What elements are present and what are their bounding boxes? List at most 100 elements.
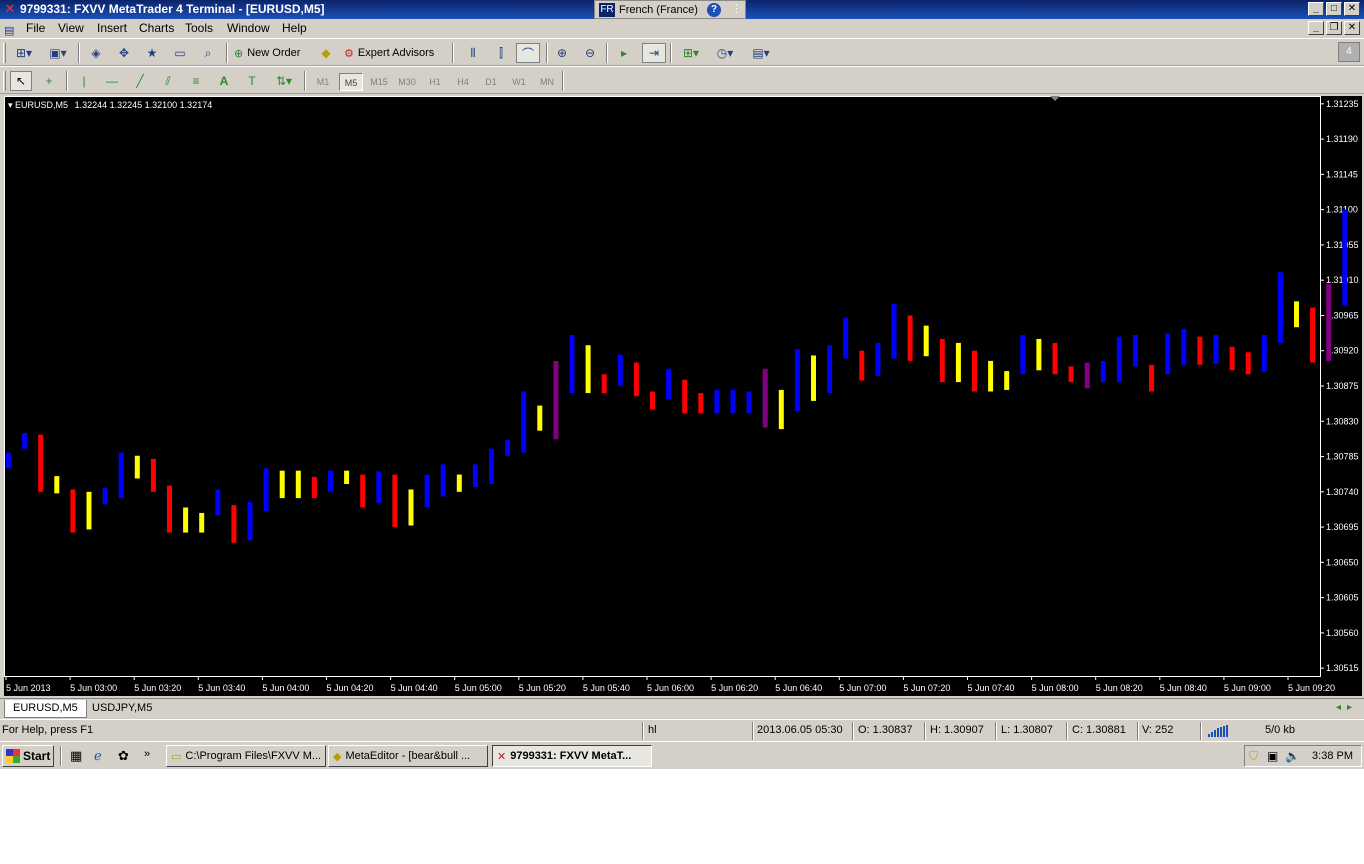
start-button[interactable]: Start [2, 745, 54, 767]
chart-shift-icon[interactable]: ⇥ [642, 43, 666, 63]
task-metaeditor[interactable]: ◆ MetaEditor - [bear&bull ... [328, 745, 488, 767]
auto-scroll-icon[interactable]: ▸ [614, 43, 634, 63]
timeframe-m1[interactable]: M1 [311, 73, 335, 91]
text-icon[interactable]: A [214, 71, 234, 91]
document-icon[interactable]: ▤ [4, 20, 14, 40]
price-bar [988, 360, 994, 392]
data-window-icon[interactable]: ✥ [114, 43, 134, 63]
status-volume: V: 252 [1142, 724, 1174, 736]
strategy-tester-icon[interactable]: ⌕ [198, 43, 218, 63]
horizontal-line-icon[interactable]: — [102, 71, 122, 91]
task-explorer[interactable]: ▭ C:\Program Files\FXVV M... [166, 745, 326, 767]
new-chart-icon[interactable]: ⊞▾ [10, 43, 38, 63]
tab-usdjpy[interactable]: USDJPY,M5 [84, 700, 160, 718]
arrows-icon[interactable]: ⇅▾ [270, 71, 298, 91]
status-open: O: 1.30837 [858, 724, 913, 736]
language-options-icon[interactable]: ⋮ [731, 2, 742, 15]
profiles-icon[interactable]: ▣▾ [44, 43, 72, 63]
bar-chart-icon[interactable]: ⫴ [462, 43, 484, 63]
menu-window[interactable]: Window [227, 21, 270, 35]
expert-advisors-button[interactable]: ⚙ Expert Advisors [344, 43, 446, 63]
trendline-icon[interactable]: ╱ [130, 71, 150, 91]
fibonacci-icon[interactable]: ≡ [186, 71, 206, 91]
vertical-line-icon[interactable]: | [74, 71, 94, 91]
chart-minimize-button[interactable]: _ [1308, 21, 1324, 35]
menu-insert[interactable]: Insert [97, 21, 127, 35]
price-axis-label: 1.31145 [1326, 169, 1358, 179]
time-axis-label: 5 Jun 06:20 [711, 683, 758, 693]
timeframe-h1[interactable]: H1 [423, 73, 447, 91]
terminal-icon[interactable]: ▭ [170, 43, 190, 63]
chart-close-button[interactable]: ✕ [1344, 21, 1360, 35]
price-bar [827, 345, 833, 394]
volume-tray-icon[interactable]: 🔈 [1285, 749, 1300, 763]
clock[interactable]: 3:38 PM [1312, 750, 1353, 762]
quick-launch-more-icon[interactable]: » [144, 748, 150, 760]
time-axis-label: 5 Jun 03:20 [134, 683, 181, 693]
crosshair-icon[interactable]: + [38, 71, 60, 91]
timeframe-m30[interactable]: M30 [395, 73, 419, 91]
price-chart-svg: 1.31235 1.31190 1.31145 1.31100 1.31055 1.310… [4, 96, 1359, 693]
time-axis-label: 5 Jun 08:40 [1160, 683, 1207, 693]
quick-launch-app-icon[interactable]: ✿ [118, 748, 129, 764]
price-bar [231, 505, 237, 543]
price-chart[interactable]: ▾ EURUSD,M5 1.32244 1.32245 1.32100 1.32… [4, 96, 1362, 696]
timeframe-d1[interactable]: D1 [479, 73, 503, 91]
minimize-button[interactable]: _ [1308, 2, 1324, 16]
language-bar[interactable]: FR French (France) ? ⋮ [594, 0, 746, 19]
price-bar [134, 455, 140, 479]
zoom-out-icon[interactable]: ⊖ [580, 43, 600, 63]
task-metatrader[interactable]: ✕ 9799331: FXVV MetaT... [492, 745, 652, 767]
price-axis-label: 1.31100 [1326, 205, 1358, 215]
menu-tools[interactable]: Tools [185, 21, 213, 35]
candlestick-icon[interactable]: ⫿ [490, 43, 512, 63]
price-bar [585, 345, 591, 394]
price-axis-label: 1.30785 [1326, 452, 1359, 462]
text-label-icon[interactable]: T [242, 71, 262, 91]
zoom-in-icon[interactable]: ⊕ [552, 43, 572, 63]
templates-icon[interactable]: ▤▾ [746, 43, 776, 63]
maximize-button[interactable]: □ [1326, 2, 1342, 16]
close-button[interactable]: ✕ [1344, 2, 1360, 16]
navigator-icon[interactable]: ★ [142, 43, 162, 63]
price-bar [1326, 284, 1332, 361]
timeframe-mn[interactable]: MN [535, 73, 559, 91]
timeframe-w1[interactable]: W1 [507, 73, 531, 91]
chart-restore-button[interactable]: ❐ [1326, 21, 1342, 35]
menu-file[interactable]: File [26, 21, 45, 35]
channel-icon[interactable]: ⫽ [158, 71, 178, 91]
help-icon[interactable]: ? [707, 3, 721, 17]
menu-view[interactable]: View [58, 21, 84, 35]
tab-eurusd[interactable]: EURUSD,M5 [4, 700, 87, 718]
help-badge[interactable]: 4 [1338, 42, 1360, 62]
timeframe-h4[interactable]: H4 [451, 73, 475, 91]
price-bar [1020, 335, 1026, 375]
internet-explorer-icon[interactable]: ℯ [94, 748, 102, 764]
price-bar [472, 464, 478, 488]
time-axis-label: 5 Jun 08:00 [1032, 683, 1079, 693]
timeframe-m5[interactable]: M5 [339, 73, 363, 91]
market-watch-icon[interactable]: ◈ [86, 43, 106, 63]
indicators-icon[interactable]: ⊞▾ [678, 43, 704, 63]
metaeditor-icon[interactable]: ◆ [316, 43, 336, 63]
timeframe-m15[interactable]: M15 [367, 73, 391, 91]
network-tray-icon[interactable]: ▣ [1267, 749, 1278, 763]
security-tray-icon[interactable]: ⛉ [1249, 749, 1258, 764]
price-bar [521, 391, 527, 453]
status-datetime: 2013.06.05 05:30 [757, 724, 843, 736]
show-desktop-icon[interactable]: ▦ [70, 748, 82, 764]
new-order-button[interactable]: ⊕ New Order [234, 43, 310, 63]
cursor-icon[interactable]: ↖ [10, 71, 32, 91]
periods-icon[interactable]: ◷▾ [710, 43, 740, 63]
mt4-app-icon[interactable]: ✕ [3, 2, 17, 16]
price-axis-label: 1.30650 [1326, 557, 1359, 567]
time-axis-label: 5 Jun 04:20 [327, 683, 374, 693]
menu-charts[interactable]: Charts [139, 21, 174, 35]
tab-scroll-arrows-icon[interactable]: ◂▸ [1336, 702, 1358, 713]
time-axis-label: 5 Jun 03:00 [70, 683, 117, 693]
price-bar [1100, 360, 1106, 383]
line-chart-icon[interactable]: ⌒ [516, 43, 540, 63]
menu-help[interactable]: Help [282, 21, 307, 35]
time-axis-label: 5 Jun 07:00 [839, 683, 886, 693]
price-bar [392, 474, 398, 528]
